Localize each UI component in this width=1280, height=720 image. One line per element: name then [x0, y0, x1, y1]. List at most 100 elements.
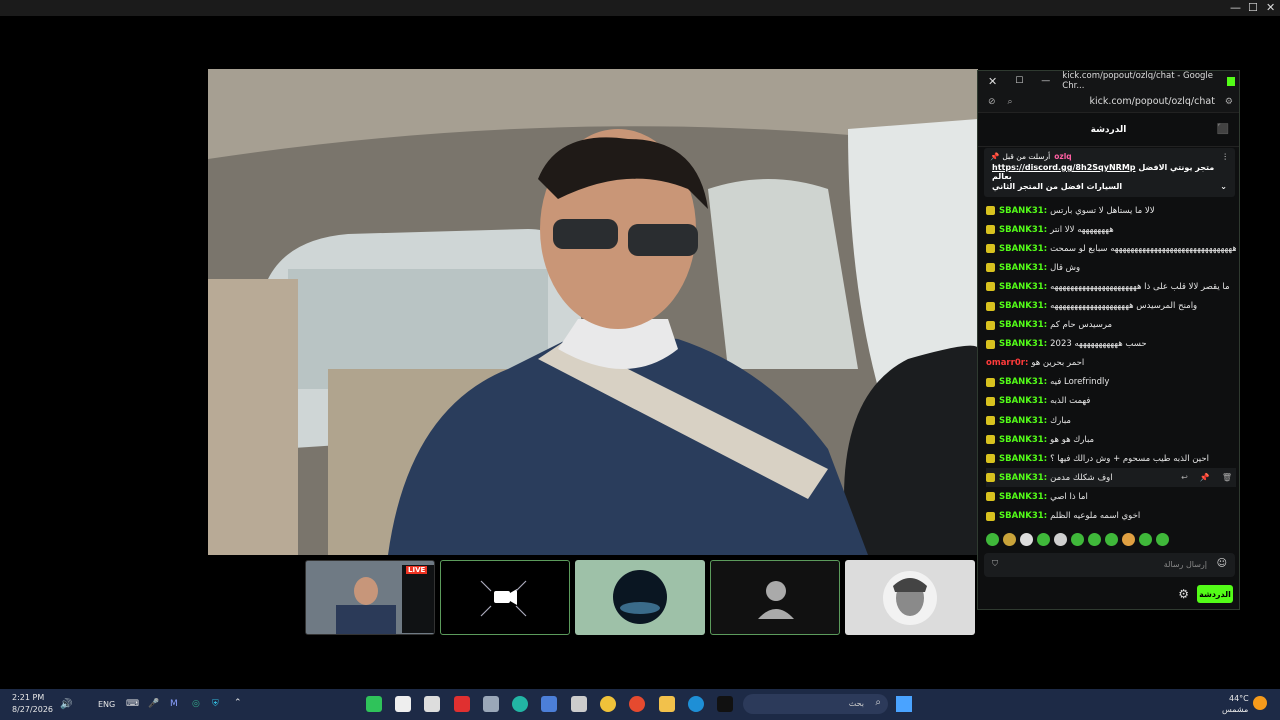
- zoom-icon[interactable]: ⌕: [1008, 97, 1013, 107]
- m-icon[interactable]: M: [170, 699, 178, 709]
- app-icon-6[interactable]: [512, 696, 528, 712]
- pinned-by-label: أرسلت من قبل: [1002, 152, 1051, 161]
- pinned-by-user[interactable]: ozlq: [1054, 152, 1071, 161]
- emote-icon[interactable]: [1020, 533, 1033, 546]
- chat-url-text[interactable]: kick.com/popout/ozlq/chat: [1089, 96, 1214, 107]
- store-icon[interactable]: [541, 696, 557, 712]
- volume-icon[interactable]: 🔊: [60, 699, 72, 710]
- chat-username[interactable]: SBANK31: [999, 473, 1044, 483]
- send-chat-button[interactable]: الدردشة: [1197, 585, 1233, 603]
- badge-icon: [986, 206, 995, 216]
- minimize-button[interactable]: —: [1230, 1, 1241, 14]
- app-icon-2[interactable]: [395, 696, 411, 712]
- close-button[interactable]: ✕: [1266, 1, 1275, 14]
- edge-icon[interactable]: [688, 696, 704, 712]
- xbox-icon[interactable]: ◎: [192, 699, 200, 709]
- chat-settings-icon[interactable]: ⚙: [1178, 587, 1189, 601]
- chat-messages: SBANK31: لالا ما يستاهل لا تسوي بارتس SBA…: [986, 201, 1236, 526]
- chat-message: SBANK31: مرسيدس حام كم: [986, 316, 1236, 335]
- chat-username[interactable]: SBANK31: [999, 339, 1044, 349]
- maximize-button[interactable]: ☐: [1248, 1, 1258, 14]
- chat-text: اما ذا اصي: [1050, 491, 1088, 502]
- weather-text[interactable]: مشمس: [1222, 705, 1248, 714]
- calculator-icon[interactable]: [483, 696, 499, 712]
- chat-username[interactable]: SBANK31: [999, 511, 1044, 521]
- emote-icon[interactable]: [1122, 533, 1135, 546]
- chat-username[interactable]: SBANK31: [999, 435, 1044, 445]
- chat-username[interactable]: SBANK31: [999, 244, 1044, 254]
- chat-text: هههههههههههههههههههههههههههههههه سبابع ل…: [1050, 243, 1236, 254]
- app-icon-1[interactable]: [366, 696, 382, 712]
- chat-username[interactable]: SBANK31: [999, 301, 1044, 311]
- app-icon-8[interactable]: [571, 696, 587, 712]
- language-indicator[interactable]: ENG: [98, 700, 115, 709]
- emote-icon[interactable]: [1139, 533, 1152, 546]
- chat-maximize-icon[interactable]: ☐: [1015, 76, 1023, 86]
- taskbar-time[interactable]: 2:21 PM: [12, 693, 44, 702]
- app-icon-9[interactable]: [600, 696, 616, 712]
- file-explorer-icon[interactable]: [659, 696, 675, 712]
- chevron-down-icon[interactable]: ⌄: [1220, 182, 1227, 191]
- chat-username[interactable]: SBANK31: [999, 454, 1044, 464]
- chat-username[interactable]: SBANK31: [999, 492, 1044, 502]
- chrome-icon[interactable]: [629, 696, 645, 712]
- emote-icon[interactable]: [1003, 533, 1016, 546]
- emote-icon[interactable]: [986, 533, 999, 546]
- emote-icon[interactable]: [1071, 533, 1084, 546]
- chat-text: وش قال: [1050, 262, 1081, 273]
- chat-username[interactable]: SBANK31: [999, 206, 1044, 216]
- thumb-camera-off[interactable]: [440, 560, 570, 635]
- main-video[interactable]: [208, 69, 978, 555]
- chevron-up-icon[interactable]: ⌃: [234, 698, 242, 708]
- chat-message: SBANK31: اوف شكلك مدمن ↩ 📌 🗑: [986, 468, 1236, 488]
- chat-message: omarr0r: احمر بحرين هو: [986, 358, 1085, 369]
- app-icon-3[interactable]: [424, 696, 440, 712]
- app-icon-4[interactable]: [454, 696, 470, 712]
- chat-input[interactable]: ⛉ إرسال رسالة ☺: [984, 553, 1235, 577]
- chat-username[interactable]: SBANK31: [999, 282, 1044, 292]
- chat-username[interactable]: SBANK31: [999, 225, 1044, 235]
- more-options-icon[interactable]: ⋮: [1222, 152, 1230, 161]
- emote-icon[interactable]: [1105, 533, 1118, 546]
- chat-minimize-icon[interactable]: —: [1041, 76, 1050, 86]
- start-icon[interactable]: [896, 696, 912, 712]
- chat-username[interactable]: SBANK31: [999, 263, 1044, 273]
- chat-username[interactable]: SBANK31: [999, 377, 1044, 387]
- taskbar-search[interactable]: بحث ⌕: [743, 694, 888, 714]
- mic-icon[interactable]: 🎤: [148, 699, 159, 709]
- emote-icon[interactable]: [1156, 533, 1169, 546]
- pinned-link[interactable]: https://discord.gg/8h2SqyNRMp: [992, 163, 1136, 172]
- thumb-avatar-circle[interactable]: [575, 560, 705, 635]
- kick-logo-icon: [1226, 76, 1235, 86]
- thumb-portrait[interactable]: [845, 560, 975, 635]
- weather-sun-icon[interactable]: [1253, 696, 1267, 710]
- chat-text: اخوي اسمه ملوعيه الظلم: [1050, 511, 1141, 522]
- chat-close-icon[interactable]: ✕: [988, 75, 997, 88]
- site-settings-icon[interactable]: ⚙: [1225, 97, 1233, 107]
- weather-temp[interactable]: 44°C: [1229, 694, 1249, 703]
- chat-username[interactable]: SBANK31: [999, 320, 1044, 330]
- defender-icon[interactable]: ⛨: [212, 699, 219, 709]
- thumb-live-stream[interactable]: LIVE: [305, 560, 435, 635]
- chat-message: SBANK31: فيه Lorefrindly: [986, 373, 1236, 392]
- thumb-default-avatar[interactable]: [710, 560, 840, 635]
- chat-username[interactable]: omarr0r: [986, 358, 1025, 368]
- app-icon-13[interactable]: [717, 696, 733, 712]
- chat-message: SBANK31: احين الذبه طيب مسحوم + وش درالك …: [986, 449, 1236, 468]
- chat-username[interactable]: SBANK31: [999, 396, 1044, 406]
- pin-icon: 📌: [990, 152, 1000, 161]
- emote-icon[interactable]: [1054, 533, 1067, 546]
- emote-icon[interactable]: [1088, 533, 1101, 546]
- gift-icon[interactable]: ⬛: [1217, 124, 1229, 135]
- reply-icon[interactable]: ↩: [1181, 473, 1188, 482]
- emote-icon[interactable]: [1037, 533, 1050, 546]
- keyboard-icon[interactable]: ⌨: [126, 699, 139, 709]
- chat-username[interactable]: SBANK31: [999, 416, 1044, 426]
- pin-message-icon[interactable]: 📌: [1200, 473, 1210, 482]
- taskbar-date[interactable]: 8/27/2026: [12, 705, 53, 714]
- shield-icon: ⛉: [992, 559, 998, 568]
- emoji-icon[interactable]: ☺: [1217, 558, 1227, 569]
- chat-message: SBANK31: فهمت الذبه: [986, 392, 1236, 411]
- delete-icon[interactable]: 🗑: [1222, 473, 1232, 482]
- eye-off-icon[interactable]: ⊘: [988, 97, 996, 107]
